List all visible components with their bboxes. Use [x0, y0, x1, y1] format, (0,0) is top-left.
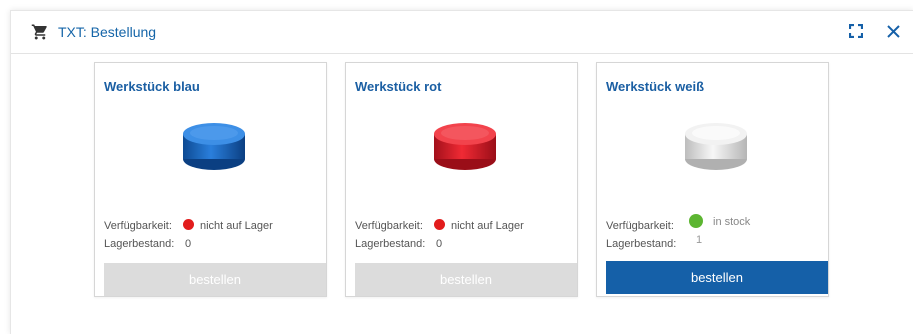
stock-label: Lagerbestand: [606, 238, 677, 250]
workpiece-white-image [685, 123, 747, 170]
order-window: TXT: Bestellung Werkstück blau Verfügbar… [10, 10, 913, 334]
stock-label: Lagerbestand: [104, 238, 175, 250]
card-title: Werkstück blau [104, 79, 200, 94]
close-icon[interactable] [886, 24, 901, 39]
availability-value: nicht auf Lager [451, 220, 524, 232]
card-title: Werkstück weiß [606, 79, 705, 94]
stock-label: Lagerbestand: [355, 238, 426, 250]
availability-label: Verfügbarkeit: [104, 220, 172, 232]
workpiece-red-image [434, 123, 496, 170]
product-card-white: Werkstück weiß Verfügbarkeit: in stock L… [596, 62, 829, 297]
availability-label: Verfügbarkeit: [355, 220, 423, 232]
window-titlebar: TXT: Bestellung [11, 11, 913, 54]
product-card-red: Werkstück rot Verfügbarkeit: nicht auf L… [345, 62, 578, 297]
availability-value: in stock [713, 216, 751, 228]
availability-label: Verfügbarkeit: [606, 220, 674, 232]
availability-value: nicht auf Lager [200, 220, 273, 232]
order-button[interactable]: bestellen [104, 263, 326, 296]
product-card-blue: Werkstück blau Verfügbarkeit: nicht auf … [94, 62, 327, 297]
card-title: Werkstück rot [355, 79, 442, 94]
fullscreen-icon[interactable] [849, 24, 863, 38]
order-button[interactable]: bestellen [355, 263, 577, 296]
order-button[interactable]: bestellen [606, 261, 828, 294]
status-dot [689, 214, 703, 228]
workpiece-blue-image [183, 123, 245, 170]
window-title: TXT: Bestellung [58, 24, 157, 40]
stock-value: 1 [696, 234, 703, 246]
stock-value: 0 [436, 238, 443, 250]
status-dot [434, 219, 445, 230]
status-dot [183, 219, 194, 230]
shopping-cart-icon [31, 24, 47, 40]
stock-value: 0 [185, 238, 192, 250]
